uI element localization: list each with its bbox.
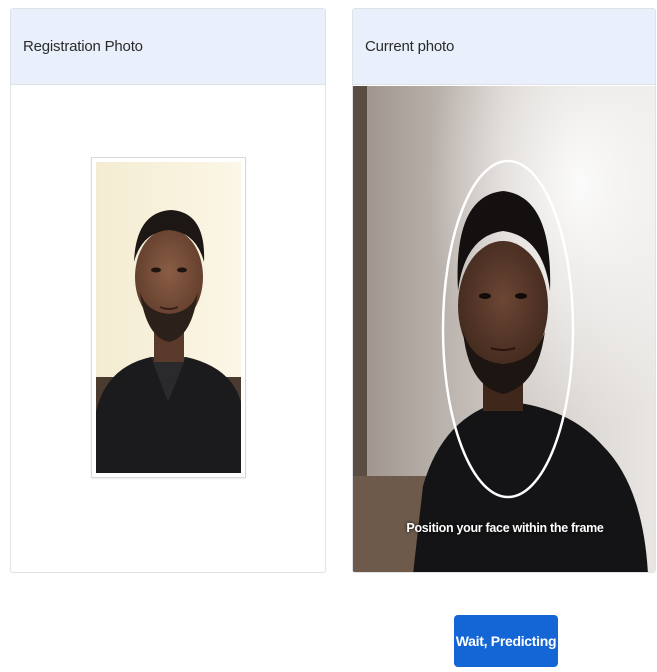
- registration-photo-frame: [91, 157, 246, 478]
- wait-predicting-button[interactable]: Wait, Predicting: [454, 615, 558, 667]
- registration-photo-header: Registration Photo: [11, 9, 325, 85]
- face-position-caption: Position your face within the frame: [406, 521, 604, 535]
- current-photo-card: Current photo Position your face within …: [352, 8, 656, 573]
- registration-photo-image: [96, 162, 241, 473]
- current-photo-title: Current photo: [365, 38, 455, 55]
- current-photo-header: Current photo: [353, 9, 655, 85]
- camera-feed: Position your face within the frame: [353, 86, 655, 572]
- registration-photo-title: Registration Photo: [23, 38, 143, 55]
- camera-feed-image: [353, 86, 655, 572]
- registration-photo-card: Registration Photo: [10, 8, 326, 573]
